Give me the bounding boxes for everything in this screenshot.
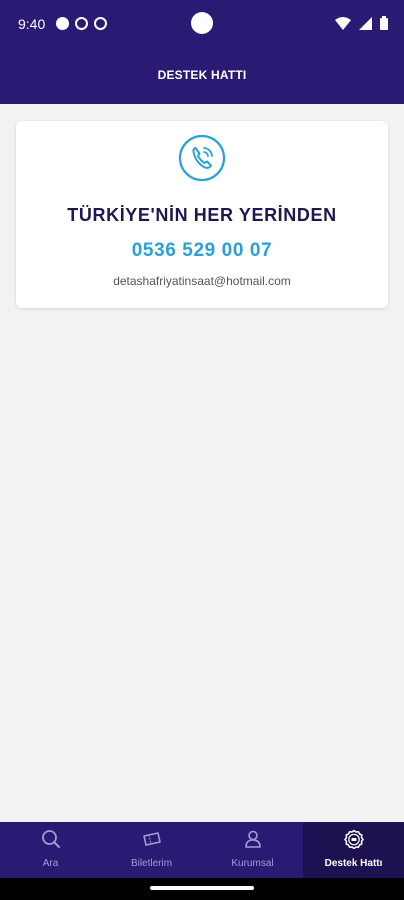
- support-email[interactable]: detashafriyatinsaat@hotmail.com: [16, 274, 388, 288]
- search-icon: [41, 830, 60, 848]
- vpn-shield-icon: [75, 17, 88, 30]
- notification-icons: [56, 17, 107, 30]
- nav-item-biletlerim[interactable]: Biletlerim: [101, 822, 202, 878]
- phone-call-icon[interactable]: [178, 134, 226, 182]
- camera-cutout: [191, 12, 213, 34]
- nav-item-ara[interactable]: Ara: [0, 822, 101, 878]
- nav-item-destek-hatti[interactable]: Destek Hattı: [303, 822, 404, 878]
- nav-item-kurumsal[interactable]: Kurumsal: [202, 822, 303, 878]
- system-icons: [335, 16, 388, 30]
- signal-icon: [359, 16, 372, 30]
- status-bar: 9:40: [0, 0, 404, 48]
- ticket-icon: [142, 832, 161, 846]
- app-notification-icon: [94, 17, 107, 30]
- person-icon: [244, 830, 261, 848]
- nav-label-ara: Ara: [42, 858, 59, 869]
- page-title: DESTEK HATTI: [157, 68, 247, 82]
- support-phone-number[interactable]: 0536 529 00 07: [16, 240, 388, 262]
- battery-icon: [380, 16, 388, 30]
- support-24-icon: [343, 829, 364, 849]
- contact-card: TÜRKİYE'NİN HER YERİNDEN 0536 529 00 07 …: [16, 121, 388, 308]
- home-gesture-handle[interactable]: [150, 886, 254, 890]
- status-time: 9:40: [18, 16, 46, 32]
- gesture-navigation-area: [0, 878, 404, 900]
- app-bar: DESTEK HATTI: [0, 48, 404, 104]
- notification-dot-icon: [56, 17, 69, 30]
- coverage-heading: TÜRKİYE'NİN HER YERİNDEN: [67, 205, 337, 225]
- wifi-icon: [335, 16, 351, 30]
- nav-label-biletlerim: Biletlerim: [130, 858, 173, 869]
- bottom-navigation: Ara Biletlerim Kurumsal Destek Hattı: [0, 822, 404, 878]
- nav-label-kurumsal: Kurumsal: [231, 858, 274, 869]
- nav-label-destek-hatti: Destek Hattı: [324, 858, 383, 869]
